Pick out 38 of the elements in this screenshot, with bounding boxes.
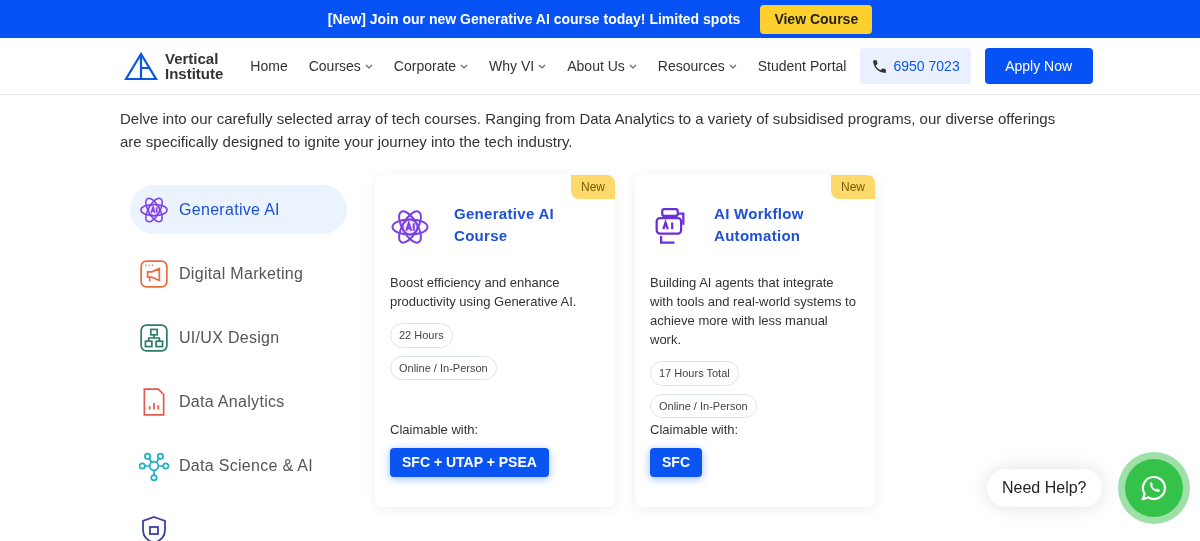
phone-link[interactable]: 6950 7023 [860, 48, 971, 84]
logo-text: Vertical [165, 51, 220, 66]
claim-label: Claimable with: [390, 420, 479, 439]
new-badge: New [831, 175, 875, 199]
apply-button[interactable]: Apply Now [984, 48, 1093, 84]
shield-icon [140, 514, 168, 541]
hierarchy-icon [139, 322, 169, 353]
card-title: Generative AI Course [454, 204, 556, 246]
nav-link[interactable]: About Us [567, 55, 637, 77]
logo-icon [124, 51, 158, 81]
sidebar-item[interactable]: Digital Marketing [130, 249, 347, 298]
nav-link[interactable]: Courses [308, 55, 373, 77]
sidebar-item[interactable]: UI/UX Design [130, 313, 347, 362]
card-description: Boost efficiency and enhance productivity using Generative AI. [390, 274, 578, 311]
nav-link[interactable]: Corporate [393, 55, 469, 77]
claim-label: Claimable with: [650, 420, 739, 439]
sidebar-item[interactable]: Data Science & AI [130, 441, 347, 490]
funding-badge: SFC + UTAP + PSEA [390, 448, 549, 477]
funding-badge: SFC [650, 448, 702, 477]
card-description: Building AI agents that integrate with tools and real-world systems to achieve more with less manual work. [650, 274, 857, 349]
phone-icon [871, 57, 889, 75]
atom-icon [390, 207, 430, 247]
nav-link[interactable]: Student Portal [757, 55, 847, 77]
card-title: AI Workflow Automation [714, 204, 805, 246]
chat-icon [1138, 473, 1169, 503]
logo-text: Institute [165, 66, 224, 81]
banner-text: [New] Join our new Generative AI course today! Limited spots [327, 9, 741, 29]
nav-link[interactable]: Resources [657, 55, 737, 77]
view-course-button[interactable]: View Course [760, 4, 873, 34]
new-badge: New [571, 175, 615, 199]
network-icon [139, 450, 169, 481]
sidebar-item[interactable]: Generative AI [130, 185, 347, 234]
nav-link[interactable]: Why VI [489, 55, 547, 77]
sidebar-item[interactable]: Data Analytics [130, 377, 347, 426]
help-label[interactable]: Need Help? [987, 469, 1102, 507]
nav-link[interactable]: Home [250, 55, 288, 77]
megaphone-icon [139, 258, 169, 289]
intro-paragraph: Delve into our carefully selected array of tech courses. Ranging from Data Analytics to a variety of subsidised programs, our diverse offerings are specifically designed to ignite your journey into the tech industry. [120, 109, 1057, 152]
